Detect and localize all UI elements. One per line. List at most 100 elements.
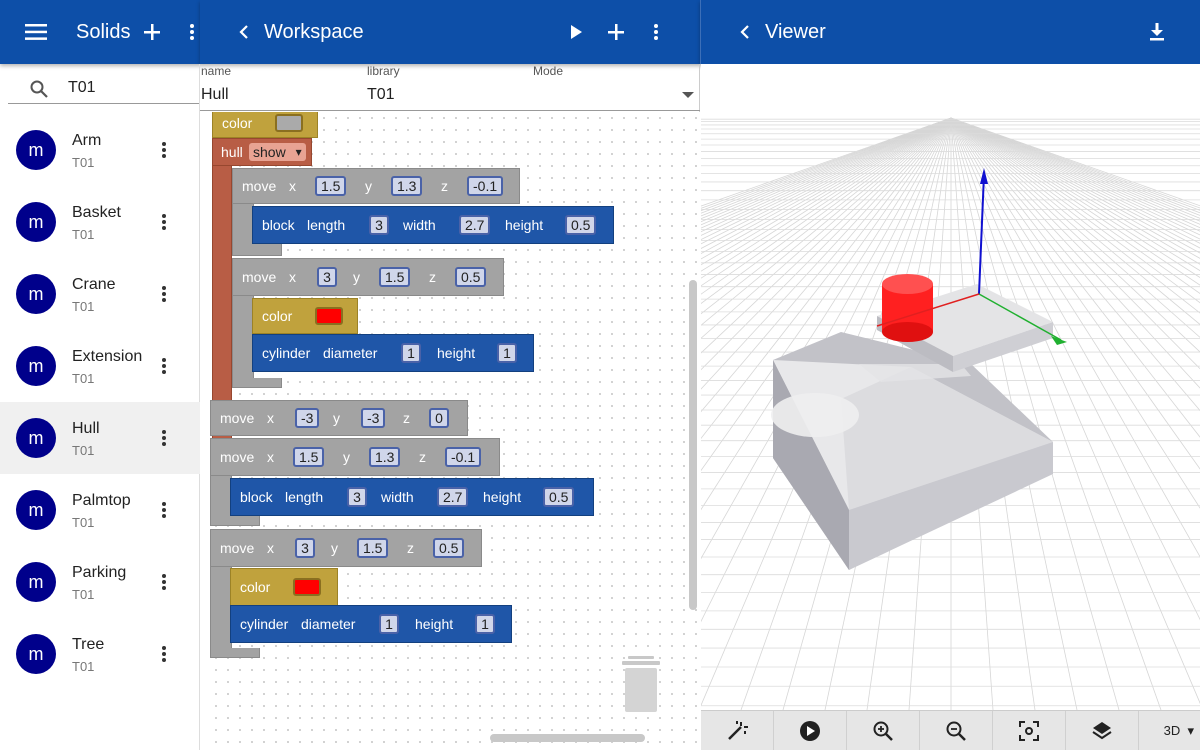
diameter-input[interactable]: 1 <box>401 343 421 363</box>
move-block-spine <box>232 296 254 380</box>
hull-block[interactable]: hull show <box>212 138 312 166</box>
length-input[interactable]: 3 <box>369 215 389 235</box>
color-swatch[interactable] <box>293 578 321 596</box>
back-icon[interactable] <box>729 16 761 48</box>
list-item-basket[interactable]: m Basket T01 <box>0 186 200 258</box>
download-icon[interactable] <box>1141 16 1173 48</box>
horizontal-scrollbar[interactable] <box>490 734 645 742</box>
workspace-panel: name Hull library T01 Mode color hull sh… <box>200 64 700 750</box>
x-input[interactable]: -3 <box>295 408 320 428</box>
search-input[interactable]: T01 <box>68 79 96 97</box>
block-label: hull <box>221 144 243 160</box>
x-input[interactable]: 1.5 <box>293 447 325 467</box>
more-vert-icon[interactable] <box>640 16 672 48</box>
y-input[interactable]: 1.5 <box>379 267 411 287</box>
vertical-scrollbar[interactable] <box>689 280 697 610</box>
move-block[interactable]: move x 1.5 y 1.3 z -0.1 <box>210 438 500 476</box>
height-input[interactable]: 0.5 <box>543 487 575 507</box>
viewer-appbar: Viewer <box>700 0 1200 64</box>
move-block[interactable]: move x -3 y -3 z 0 <box>210 400 468 436</box>
more-vert-icon[interactable] <box>148 278 180 310</box>
back-icon[interactable] <box>228 16 260 48</box>
x-input[interactable]: 3 <box>295 538 315 558</box>
z-input[interactable]: -0.1 <box>445 447 482 467</box>
play-circle-icon[interactable] <box>774 711 847 750</box>
list-item-arm[interactable]: m Arm T01 <box>0 114 200 186</box>
list-item-parking[interactable]: m Parking T01 <box>0 546 200 618</box>
search-box[interactable]: T01 <box>8 64 199 104</box>
width-input[interactable]: 2.7 <box>437 487 469 507</box>
more-vert-icon[interactable] <box>148 638 180 670</box>
more-vert-icon[interactable] <box>148 134 180 166</box>
color-block[interactable]: color <box>212 112 318 138</box>
list-item-palmtop[interactable]: m Palmtop T01 <box>0 474 200 546</box>
trash-icon[interactable] <box>622 656 660 712</box>
move-block-spine <box>210 567 232 651</box>
list-item-extension[interactable]: m Extension T01 <box>0 330 200 402</box>
z-input[interactable]: -0.1 <box>467 176 504 196</box>
layers-icon[interactable] <box>1066 711 1139 750</box>
z-input[interactable]: 0 <box>429 408 449 428</box>
z-input[interactable]: 0.5 <box>433 538 465 558</box>
item-library: T01 <box>72 443 95 458</box>
add-icon[interactable] <box>136 16 168 48</box>
solids-appbar: Solids <box>0 0 200 64</box>
y-input[interactable]: 1.3 <box>391 176 423 196</box>
library-field[interactable]: T01 <box>367 86 395 104</box>
item-name: Basket <box>72 204 121 221</box>
workspace-title: Workspace <box>264 21 364 43</box>
cylinder-block[interactable]: cylinder diameter 1 height 1 <box>230 605 512 643</box>
more-vert-icon[interactable] <box>148 350 180 382</box>
height-input[interactable]: 1 <box>475 614 495 634</box>
name-field[interactable]: Hull <box>201 86 229 104</box>
list-item-hull[interactable]: m Hull T01 <box>0 402 200 474</box>
list-item-crane[interactable]: m Crane T01 <box>0 258 200 330</box>
cylinder-block[interactable]: cylinder diameter 1 height 1 <box>252 334 534 372</box>
y-input[interactable]: 1.3 <box>369 447 401 467</box>
menu-icon[interactable] <box>20 16 52 48</box>
height-input[interactable]: 0.5 <box>565 215 597 235</box>
z-input[interactable]: 0.5 <box>455 267 487 287</box>
zoom-in-icon[interactable] <box>847 711 920 750</box>
dropdown-arrow-icon[interactable] <box>682 92 694 100</box>
height-input[interactable]: 1 <box>497 343 517 363</box>
3d-viewport[interactable] <box>701 64 1200 710</box>
move-block[interactable]: move x 3 y 1.5 z 0.5 <box>232 258 504 296</box>
add-icon[interactable] <box>600 16 632 48</box>
param-label: height <box>415 616 454 632</box>
param-label: height <box>437 345 476 361</box>
width-input[interactable]: 2.7 <box>459 215 491 235</box>
play-icon[interactable] <box>560 16 592 48</box>
magic-wand-icon[interactable] <box>701 711 774 750</box>
diameter-input[interactable]: 1 <box>379 614 399 634</box>
more-vert-icon[interactable] <box>148 206 180 238</box>
item-library: T01 <box>72 515 95 530</box>
block-canvas[interactable]: color hull show move x 1.5 y 1.3 z -0.1 … <box>210 112 700 750</box>
view-mode-select[interactable]: 3D ▾ <box>1164 723 1194 739</box>
y-input[interactable]: 1.5 <box>357 538 389 558</box>
block-shape-block[interactable]: block length 3 width 2.7 height 0.5 <box>230 478 594 516</box>
param-label: diameter <box>301 616 356 632</box>
more-vert-icon[interactable] <box>148 422 180 454</box>
more-vert-icon[interactable] <box>148 566 180 598</box>
move-block[interactable]: move x 1.5 y 1.3 z -0.1 <box>232 168 520 204</box>
color-swatch[interactable] <box>315 307 343 325</box>
zoom-out-icon[interactable] <box>920 711 993 750</box>
x-input[interactable]: 3 <box>317 267 337 287</box>
move-block[interactable]: move x 3 y 1.5 z 0.5 <box>210 529 482 567</box>
color-block[interactable]: color <box>230 568 338 606</box>
param-label: length <box>307 217 346 233</box>
x-input[interactable]: 1.5 <box>315 176 347 196</box>
fit-view-icon[interactable] <box>993 711 1066 750</box>
color-swatch[interactable] <box>275 114 303 132</box>
list-item-tree[interactable]: m Tree T01 <box>0 618 200 690</box>
color-block[interactable]: color <box>252 298 358 334</box>
item-name: Arm <box>72 132 102 149</box>
param-label: y <box>333 410 340 426</box>
3d-scene[interactable] <box>701 64 1200 710</box>
length-input[interactable]: 3 <box>347 487 367 507</box>
more-vert-icon[interactable] <box>148 494 180 526</box>
y-input[interactable]: -3 <box>361 408 386 428</box>
hull-mode-dropdown[interactable]: show <box>249 143 306 161</box>
block-shape-block[interactable]: block length 3 width 2.7 height 0.5 <box>252 206 614 244</box>
